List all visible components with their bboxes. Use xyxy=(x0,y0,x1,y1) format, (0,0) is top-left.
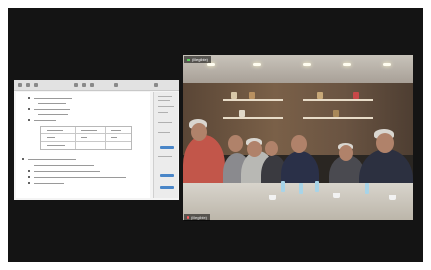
toolbar-list-icon[interactable] xyxy=(114,83,118,87)
participant-name-tag: (illegible) xyxy=(184,56,212,63)
toolbar-share-icon[interactable] xyxy=(154,83,158,87)
bullet-icon xyxy=(28,182,30,184)
speaker-name: (illegible) xyxy=(191,215,208,220)
room-ceiling xyxy=(183,55,413,83)
toolbar-view-icon[interactable] xyxy=(34,83,38,87)
speaker-label: (illegible) xyxy=(184,214,211,221)
document-text-line xyxy=(34,183,64,184)
toolbar-italic-icon[interactable] xyxy=(82,83,86,87)
document-toolbar xyxy=(14,80,179,91)
bullet-icon xyxy=(28,170,30,172)
participant-name: (illegible) xyxy=(192,57,209,62)
conference-table xyxy=(183,183,413,220)
toolbar-file-icon[interactable] xyxy=(18,83,22,87)
document-text-line xyxy=(34,98,72,99)
bullet-icon xyxy=(28,176,30,178)
toolbar-underline-icon[interactable] xyxy=(90,83,94,87)
document-table xyxy=(40,126,132,150)
camera-icon xyxy=(187,58,190,61)
document-page[interactable] xyxy=(16,92,150,198)
shared-document-window[interactable] xyxy=(14,80,179,200)
document-text-line xyxy=(38,114,68,115)
side-panel-button[interactable] xyxy=(160,146,174,149)
toolbar-bold-icon[interactable] xyxy=(74,83,78,87)
toolbar-edit-icon[interactable] xyxy=(26,83,30,87)
bullet-icon xyxy=(28,119,30,121)
document-text-line xyxy=(34,165,94,166)
document-text-line xyxy=(34,109,70,110)
document-text-line xyxy=(34,171,100,172)
document-text-line xyxy=(28,159,76,160)
document-text-line xyxy=(38,103,66,104)
side-panel-button[interactable] xyxy=(160,174,174,177)
side-panel-button[interactable] xyxy=(160,186,174,189)
video-feed[interactable] xyxy=(183,55,413,220)
document-text-line xyxy=(34,120,56,121)
document-side-panel[interactable] xyxy=(153,92,178,198)
document-text-line xyxy=(34,177,126,178)
microphone-icon xyxy=(187,216,189,219)
bullet-icon xyxy=(28,97,30,99)
bullet-icon xyxy=(28,108,30,110)
bullet-icon xyxy=(22,158,24,160)
